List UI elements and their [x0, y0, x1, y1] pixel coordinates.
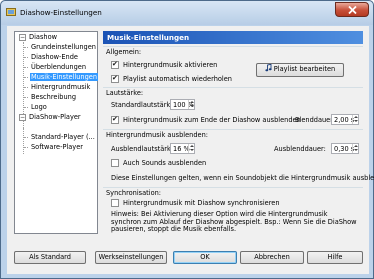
- cancel-button[interactable]: Abbrechen: [240, 251, 304, 264]
- sync-hint-text: Hinweis: Bei Aktivierung dieser Option w…: [111, 210, 357, 233]
- tree-item-standard-player[interactable]: Standard-Player (...: [31, 132, 95, 142]
- factory-settings-button[interactable]: Werkseinstellungen: [95, 251, 167, 264]
- ok-button[interactable]: OK: [173, 251, 237, 264]
- tree-item-grundeinstellungen[interactable]: Grundeinstellungen: [31, 42, 96, 52]
- panel-title: Musik-Einstellungen: [103, 31, 363, 44]
- app-icon: [6, 8, 16, 16]
- fade-out-end-checkbox[interactable]: [111, 115, 119, 124]
- as-default-button[interactable]: Als Standard: [14, 251, 86, 264]
- group-title: Synchronisation:: [106, 189, 162, 197]
- tree-line: [24, 47, 28, 48]
- tree-line: [24, 77, 28, 78]
- fade-sounds-checkbox[interactable]: [111, 159, 119, 167]
- tree-item-diashow-ende[interactable]: Diashow-Ende: [31, 52, 78, 62]
- tree-node-player[interactable]: DiaShow-Player: [29, 112, 81, 122]
- tree-item-software-player[interactable]: Software-Player: [31, 142, 83, 152]
- checkbox-label: Hintergrundmusik mit Diashow synchronisi…: [123, 199, 280, 207]
- standard-volume-label: Standardlautstärke:: [111, 101, 177, 109]
- music-note-icon: [265, 63, 272, 72]
- blend-duration-stepper[interactable]: 2,00 s: [331, 114, 359, 125]
- fade-duration-stepper[interactable]: 0,30 s: [331, 143, 359, 154]
- fade-level-label: Ausblendlautstärke:: [111, 145, 177, 153]
- fade-level-stepper[interactable]: 16 %: [170, 143, 195, 154]
- checkbox-label: Hintergrundmusik aktivieren: [123, 61, 218, 69]
- group-ausblenden: Hintergrundmusik ausblenden: Ausblendlau…: [103, 129, 374, 184]
- stepper-arrows-icon[interactable]: [352, 144, 358, 153]
- tree-item-beschreibung[interactable]: Beschreibung: [31, 92, 76, 102]
- tree-line: [24, 97, 28, 98]
- edit-playlist-button[interactable]: Playlist bearbeiten: [256, 63, 344, 77]
- tree-item-musik-einstellungen[interactable]: Musik-Einstellungen: [30, 72, 99, 82]
- help-button[interactable]: Hilfe: [307, 251, 363, 264]
- button-bar: Als Standard Werkseinstellungen OK Abbre…: [7, 244, 369, 274]
- blend-duration-label: Blenddauer:: [295, 116, 336, 124]
- group-synchronisation: Synchronisation: Hintergrundmusik mit Di…: [103, 187, 363, 234]
- checkbox-label: Auch Sounds ausblenden: [123, 159, 207, 167]
- tree-line: [23, 128, 24, 154]
- window-title: Diashow-Einstellungen: [20, 8, 102, 17]
- checkbox-label: Hintergrundmusik zum Ende der Diashow au…: [123, 116, 301, 124]
- dialog-client: − Diashow Grundeinstellungen Diashow-End…: [7, 26, 374, 274]
- tree-line: [24, 147, 28, 148]
- music-enable-checkbox[interactable]: [111, 60, 119, 69]
- tree-item-hintergrundmusik[interactable]: Hintergrundmusik: [31, 82, 90, 92]
- settings-panel: Musik-Einstellungen Allgemein: Hintergru…: [103, 31, 374, 234]
- tree-line: [24, 107, 28, 108]
- group-title: Lautstärke:: [106, 89, 144, 97]
- dialog-window: Diashow-Einstellungen − Diashow Grundein…: [0, 0, 374, 279]
- tree-item-ueberblendungen[interactable]: Überblendungen: [31, 62, 86, 72]
- group-title: Hintergrundmusik ausblenden:: [106, 131, 208, 139]
- sync-music-checkbox[interactable]: [111, 199, 119, 207]
- group-title: Allgemein:: [106, 48, 142, 56]
- stepper-arrows-icon[interactable]: [188, 144, 194, 153]
- tree-item-logo[interactable]: Logo: [31, 102, 47, 112]
- stepper-arrows-icon[interactable]: [188, 100, 194, 109]
- title-bar[interactable]: Diashow-Einstellungen: [1, 1, 373, 25]
- stepper-arrows-icon[interactable]: [352, 115, 358, 124]
- collapse-icon[interactable]: −: [19, 34, 26, 41]
- group-lautstaerke: Lautstärke: Standardlautstärke: 100 % Hi…: [103, 87, 363, 127]
- settings-tree[interactable]: − Diashow Grundeinstellungen Diashow-End…: [14, 31, 99, 234]
- tree-line: [24, 87, 28, 88]
- repeat-playlist-checkbox[interactable]: [111, 74, 119, 83]
- close-button[interactable]: [335, 2, 369, 17]
- fade-duration-label: Ausblenddauer:: [274, 145, 326, 153]
- tree-node-diashow[interactable]: Diashow: [29, 32, 57, 42]
- checkbox-label: Playlist automatisch wiederholen: [123, 75, 232, 83]
- fade-note-text: Diese Einstellungen gelten, wenn ein Sou…: [111, 174, 374, 182]
- tree-line: [24, 137, 28, 138]
- close-icon: [348, 6, 357, 14]
- standard-volume-stepper[interactable]: 100 %: [170, 99, 195, 110]
- tree-line: [24, 57, 28, 58]
- tree-line: [24, 67, 28, 68]
- group-allgemein: Allgemein: Hintergrundmusik aktivieren P…: [103, 46, 363, 85]
- collapse-icon[interactable]: −: [19, 114, 26, 121]
